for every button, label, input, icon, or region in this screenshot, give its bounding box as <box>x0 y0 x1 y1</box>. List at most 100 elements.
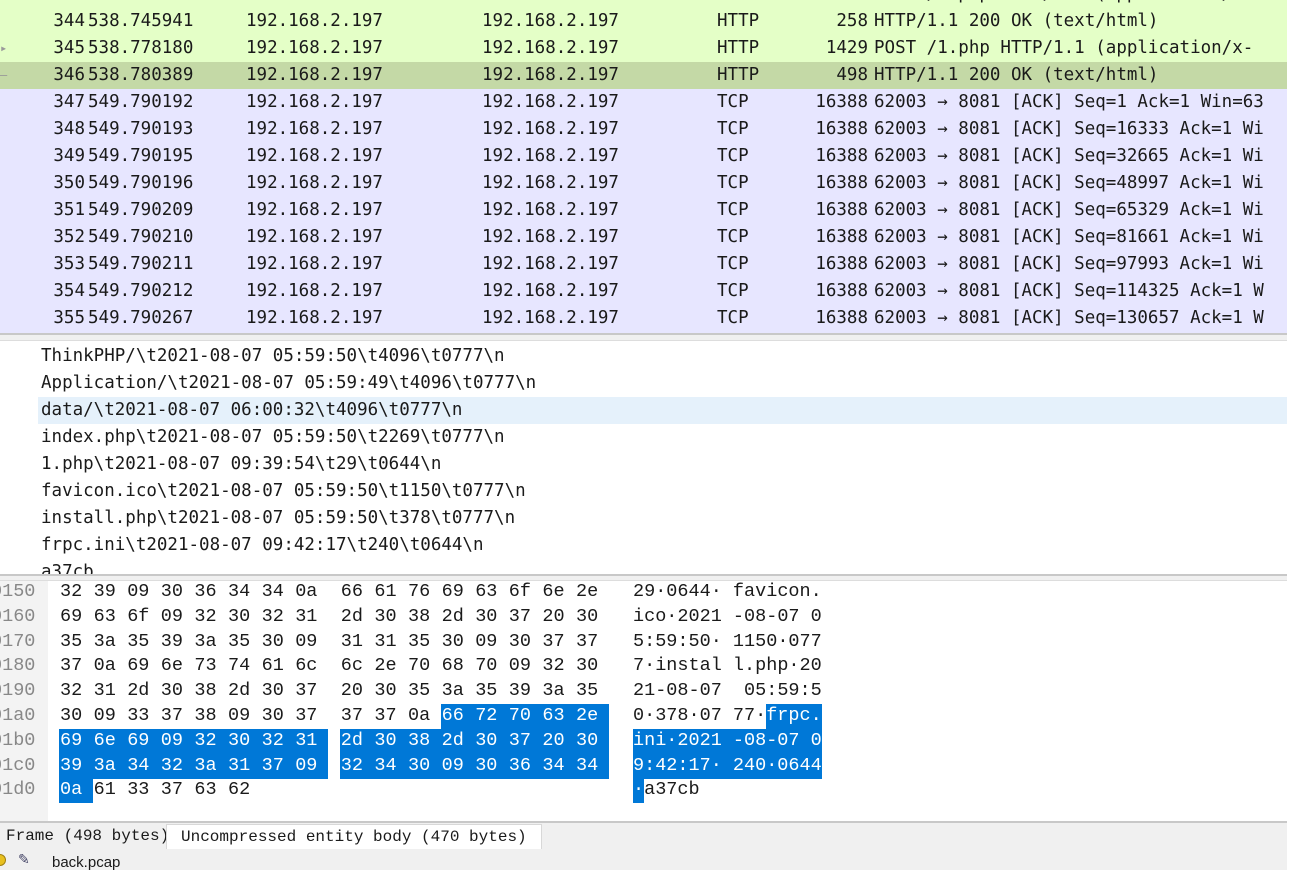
hex-byte[interactable]: 3a <box>92 753 127 779</box>
hex-byte[interactable]: 37 <box>575 630 609 655</box>
detail-line[interactable]: data/\t2021-08-07 06:00:32\t4096\t0777\n <box>38 397 1287 424</box>
hex-byte[interactable]: 37 <box>260 753 295 779</box>
packet-row[interactable]: 351 549.790209 192.168.2.197 192.168.2.197 T… <box>0 197 1287 224</box>
hex-byte[interactable]: 3a <box>93 630 127 655</box>
hex-byte[interactable]: 61 <box>261 654 295 679</box>
detail-line[interactable]: frpc.ini\t2021-08-07 09:42:17\t240\t0644… <box>38 532 1287 559</box>
hex-byte[interactable]: 37 <box>160 704 194 729</box>
hex-byte[interactable]: 31 <box>340 630 374 655</box>
packet-list[interactable]: 343538.71... 192.168.2.197 192.168.2.197 HT… <box>0 0 1287 333</box>
hex-byte[interactable]: 20 <box>541 605 575 630</box>
hex-byte[interactable]: 39 <box>59 753 93 779</box>
hex-byte[interactable]: 3a <box>193 630 227 655</box>
hex-byte[interactable]: 09 <box>294 753 328 779</box>
hex-byte[interactable]: 37 <box>294 704 328 729</box>
packet-row[interactable]: 352 549.790210 192.168.2.197 192.168.2.197 T… <box>0 224 1287 251</box>
hex-byte[interactable]: 39 <box>160 630 194 655</box>
packet-row[interactable]: 354 549.790212 192.168.2.197 192.168.2.197 T… <box>0 278 1287 305</box>
packet-row[interactable]: 344 538.745941 192.168.2.197 192.168.2.197 H… <box>0 8 1287 35</box>
hex-byte[interactable]: 31 <box>373 630 407 655</box>
detail-line[interactable]: ThinkPHP/\t2021-08-07 05:59:50\t4096\t07… <box>38 343 1287 370</box>
hex-byte[interactable]: 35 <box>227 630 261 655</box>
hex-byte[interactable]: 6e <box>92 728 127 754</box>
hex-byte[interactable]: 34 <box>373 753 407 779</box>
hex-byte[interactable]: 0a <box>407 704 441 729</box>
packet-row[interactable]: 348 549.790193 192.168.2.197 192.168.2.197 T… <box>0 116 1287 143</box>
hex-byte[interactable]: 30 <box>373 605 407 630</box>
hex-byte[interactable]: 35 <box>126 630 160 655</box>
hex-byte[interactable]: 30 <box>160 679 194 704</box>
hex-byte[interactable]: 36 <box>507 753 542 779</box>
hex-byte[interactable]: 6f <box>508 580 542 605</box>
hex-byte[interactable]: 2d <box>441 605 475 630</box>
hex-byte[interactable]: 31 <box>294 728 328 754</box>
hex-byte[interactable]: 70 <box>407 654 441 679</box>
hex-byte[interactable]: 30 <box>575 728 609 754</box>
hex-byte[interactable]: 76 <box>407 580 441 605</box>
hex-byte[interactable]: 37 <box>508 605 542 630</box>
hex-byte[interactable]: 2e <box>373 654 407 679</box>
hex-byte[interactable]: 37 <box>59 654 93 679</box>
hex-byte[interactable]: 63 <box>541 704 575 729</box>
hex-byte[interactable]: 32 <box>541 654 575 679</box>
pane-splitter[interactable] <box>0 333 1287 341</box>
hex-byte[interactable]: 09 <box>294 630 328 655</box>
hex-byte[interactable]: 63 <box>93 605 127 630</box>
detail-line[interactable]: Application/\t2021-08-07 05:59:49\t4096\… <box>38 370 1287 397</box>
hex-byte[interactable]: 20 <box>541 728 575 754</box>
ascii-text[interactable]: 5:59:50· 1150·077 <box>633 630 822 655</box>
hex-byte[interactable]: 63 <box>474 580 508 605</box>
detail-line[interactable]: index.php\t2021-08-07 05:59:50\t2269\t07… <box>38 424 1287 451</box>
hex-byte[interactable]: 69 <box>126 654 160 679</box>
packet-row[interactable]: 355 549.790267 192.168.2.197 192.168.2.197 T… <box>0 305 1287 332</box>
hex-byte[interactable]: 34 <box>575 753 609 779</box>
hex-byte[interactable]: 74 <box>227 654 261 679</box>
hex-byte[interactable]: 6c <box>294 654 328 679</box>
hex-byte[interactable]: 30 <box>474 605 508 630</box>
tab-frame[interactable]: Frame (498 bytes) <box>0 824 184 849</box>
hex-byte[interactable]: 61 <box>93 778 127 803</box>
hex-byte[interactable]: 69 <box>126 728 160 754</box>
hex-byte[interactable]: 2d <box>339 728 374 754</box>
hex-byte[interactable]: 20 <box>340 679 374 704</box>
hex-byte[interactable]: 0a <box>59 778 93 804</box>
hex-byte[interactable]: 30 <box>474 728 508 754</box>
hex-byte[interactable]: 30 <box>59 704 93 729</box>
hex-byte[interactable]: 66 <box>440 704 475 729</box>
packet-row[interactable]: – 346 538.780389 192.168.2.197 192.168.2.197… <box>0 62 1287 89</box>
hex-byte[interactable]: 35 <box>407 630 441 655</box>
hex-byte[interactable]: 37 <box>160 778 194 803</box>
hex-byte[interactable]: 30 <box>261 679 295 704</box>
hex-byte[interactable]: 38 <box>407 728 441 754</box>
hex-byte[interactable]: 32 <box>261 605 295 630</box>
hex-byte[interactable]: 2d <box>126 679 160 704</box>
hex-byte[interactable]: 32 <box>193 728 227 754</box>
hex-byte[interactable]: 38 <box>193 704 227 729</box>
hex-byte[interactable]: 33 <box>126 778 160 803</box>
packet-row[interactable]: ▸ 345 538.778180 192.168.2.197 192.168.2.197… <box>0 35 1287 62</box>
packet-bytes-pane[interactable]: 0150323909303634340a66617669636f6e2e29·0… <box>0 581 1287 821</box>
hex-byte[interactable]: 2e <box>575 580 609 605</box>
packet-details-pane[interactable]: ThinkPHP/\t2021-08-07 05:59:50\t4096\t07… <box>0 341 1287 574</box>
hex-byte[interactable]: 34 <box>261 580 295 605</box>
hex-byte[interactable]: 32 <box>59 679 93 704</box>
detail-line[interactable]: install.php\t2021-08-07 05:59:50\t378\t0… <box>38 505 1287 532</box>
hex-byte[interactable]: 39 <box>93 580 127 605</box>
packet-row[interactable]: 353 549.790211 192.168.2.197 192.168.2.197 T… <box>0 251 1287 278</box>
hex-byte[interactable]: 30 <box>227 605 261 630</box>
hex-byte[interactable]: 2e <box>575 704 609 729</box>
hex-byte[interactable]: 38 <box>193 679 227 704</box>
hex-byte[interactable]: 30 <box>575 605 609 630</box>
ascii-text[interactable]: 29·0644· favicon. <box>633 580 822 605</box>
hex-byte[interactable]: 30 <box>373 679 407 704</box>
hex-byte[interactable]: 36 <box>193 580 227 605</box>
hex-byte[interactable]: 2d <box>440 728 475 754</box>
hex-byte[interactable]: 70 <box>474 654 508 679</box>
hex-byte[interactable]: 3a <box>441 679 475 704</box>
hex-byte[interactable]: 30 <box>160 580 194 605</box>
hex-byte[interactable]: 37 <box>541 630 575 655</box>
hex-byte[interactable]: 35 <box>575 679 609 704</box>
hex-byte[interactable]: 32 <box>193 605 227 630</box>
detail-line[interactable]: a37cb <box>38 559 1287 574</box>
ascii-text[interactable]: 21-08-07 05:59:5 <box>633 679 822 704</box>
